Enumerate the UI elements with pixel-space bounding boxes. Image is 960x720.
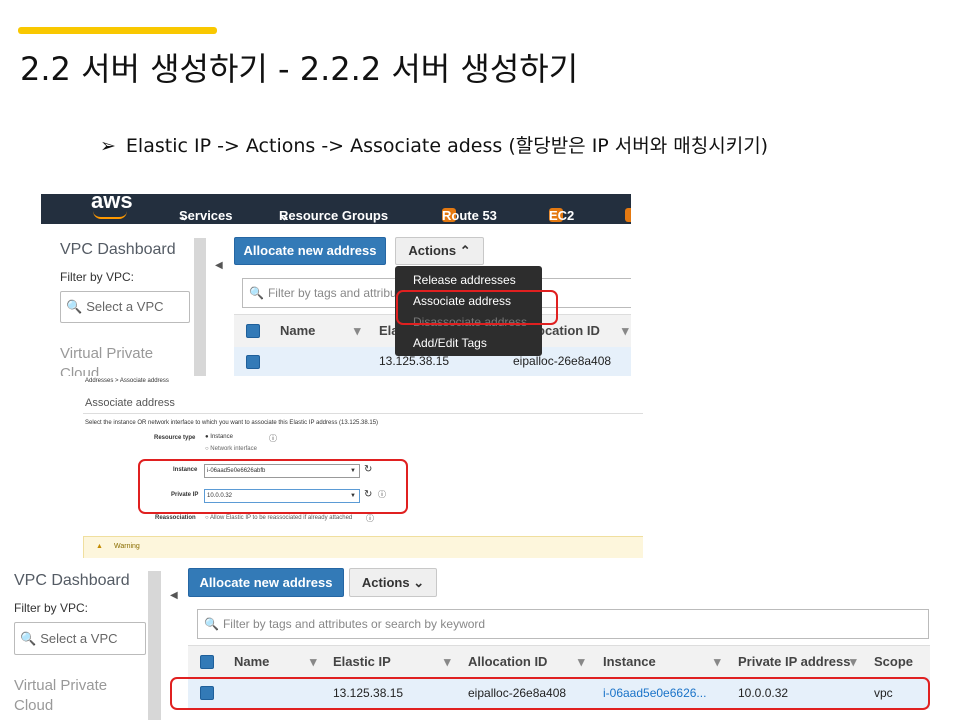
info-icon[interactable]: ⓘ <box>269 433 277 444</box>
bullet-arrow-icon: ➢ <box>100 135 116 157</box>
addresses-result-screenshot: VPC Dashboard Filter by VPC: 🔍 Select a V… <box>0 563 930 720</box>
filter-search-input[interactable]: 🔍 Filter by tags and attributes or search… <box>197 609 929 639</box>
sort-icon[interactable]: ▾ <box>354 315 361 347</box>
sidebar-title: VPC Dashboard <box>60 241 176 258</box>
vpc-select[interactable]: 🔍 Select a VPC <box>60 291 190 323</box>
search-icon: 🔍 <box>66 299 83 314</box>
associate-address-screenshot: Addresses > Associate address Associate … <box>83 376 643 558</box>
warning-text: Warning <box>114 543 140 550</box>
breadcrumb[interactable]: Addresses > Associate address <box>85 378 169 384</box>
warning-banner: ▲ Warning <box>83 536 643 558</box>
search-icon: 🔍 <box>204 617 219 631</box>
collapse-sidebar-icon[interactable]: ◀ <box>215 260 223 271</box>
col-allocation-id[interactable]: Allocation ID <box>468 646 547 677</box>
sidebar-title: VPC Dashboard <box>14 572 130 589</box>
chevron-down-icon: ⌄ <box>279 208 290 223</box>
row-checkbox[interactable] <box>246 355 260 369</box>
col-elastic-ip[interactable]: Elastic IP <box>333 646 391 677</box>
divider <box>83 413 643 414</box>
sidebar: VPC Dashboard Filter by VPC: 🔍 Select a V… <box>41 224 208 376</box>
col-instance[interactable]: Instance <box>603 646 656 677</box>
bullet-text: Elastic IP -> Actions -> Associate adess… <box>125 135 769 157</box>
sidebar-section-vpc[interactable]: Virtual Private Cloud <box>60 344 180 376</box>
sort-icon[interactable]: ▾ <box>714 646 721 677</box>
filter-label: Filter by VPC: <box>60 270 135 284</box>
allocate-new-address-button[interactable]: Allocate new address <box>188 568 344 597</box>
aws-smile-icon <box>93 211 127 219</box>
chevron-up-icon: ⌃ <box>459 243 471 258</box>
vpc-select[interactable]: 🔍 Select a VPC <box>14 622 146 655</box>
chevron-down-icon: ⌄ <box>179 208 190 223</box>
sidebar-section-vpc[interactable]: Virtual Private Cloud <box>14 676 107 716</box>
radio-instance[interactable]: ● Instance <box>205 434 233 440</box>
resource-type-label: Resource type <box>154 435 196 441</box>
table-header: Name ▾ Elastic IP ▾ Allocation ID ▾ Inst… <box>188 645 930 678</box>
highlight-instance-fields <box>138 459 408 514</box>
search-icon: 🔍 <box>20 631 37 646</box>
allocate-new-address-button[interactable]: Allocate new address <box>234 237 386 265</box>
radio-network-interface[interactable]: ○ Network interface <box>205 446 257 452</box>
col-name[interactable]: Name <box>234 646 269 677</box>
reassociation-label: Reassociation <box>155 515 196 521</box>
col-scope[interactable]: Scope <box>874 646 913 677</box>
sort-icon[interactable]: ▾ <box>850 646 857 677</box>
sidebar-scrollbar[interactable] <box>194 238 206 376</box>
menu-item-release[interactable]: Release addresses <box>413 273 516 287</box>
actions-menu-screenshot: aws Services ⌄ Resource Groups ⌄ Route 5… <box>41 194 631 376</box>
select-all-checkbox[interactable] <box>200 655 214 669</box>
actions-button[interactable]: Actions ⌄ <box>349 568 437 597</box>
col-name[interactable]: Name <box>280 315 315 347</box>
sort-icon[interactable]: ▾ <box>444 646 451 677</box>
collapse-sidebar-icon[interactable]: ◀ <box>170 590 178 601</box>
slide-title: 2.2 서버 생성하기 - 2.2.2 서버 생성하기 <box>20 50 579 88</box>
search-icon: 🔍 <box>249 286 264 300</box>
reassociation-checkbox[interactable]: ○ Allow Elastic IP to be reassociated if… <box>205 515 352 521</box>
page-heading: Associate address <box>85 397 175 409</box>
form-description: Select the instance OR network interface… <box>85 420 379 426</box>
sort-icon[interactable]: ▾ <box>578 646 585 677</box>
select-all-checkbox[interactable] <box>246 324 260 338</box>
sort-icon[interactable]: ▾ <box>622 315 629 347</box>
col-private-ip[interactable]: Private IP address <box>738 646 851 677</box>
chevron-down-icon: ⌄ <box>413 575 425 590</box>
highlight-associate-address <box>396 290 558 325</box>
sidebar-scrollbar[interactable] <box>148 571 161 720</box>
sort-icon[interactable]: ▾ <box>310 646 317 677</box>
warning-icon: ▲ <box>96 543 103 550</box>
title-accent-bar <box>18 27 217 34</box>
menu-item-edit-tags[interactable]: Add/Edit Tags <box>413 336 487 350</box>
bullet-line: ➢ Elastic IP -> Actions -> Associate ades… <box>100 131 768 158</box>
filter-label: Filter by VPC: <box>14 601 89 615</box>
info-icon[interactable]: ⓘ <box>366 513 374 524</box>
aws-top-nav: aws Services ⌄ Resource Groups ⌄ Route 5… <box>41 194 631 224</box>
actions-button[interactable]: Actions ⌃ <box>395 237 484 265</box>
highlight-associated-row <box>170 677 930 710</box>
